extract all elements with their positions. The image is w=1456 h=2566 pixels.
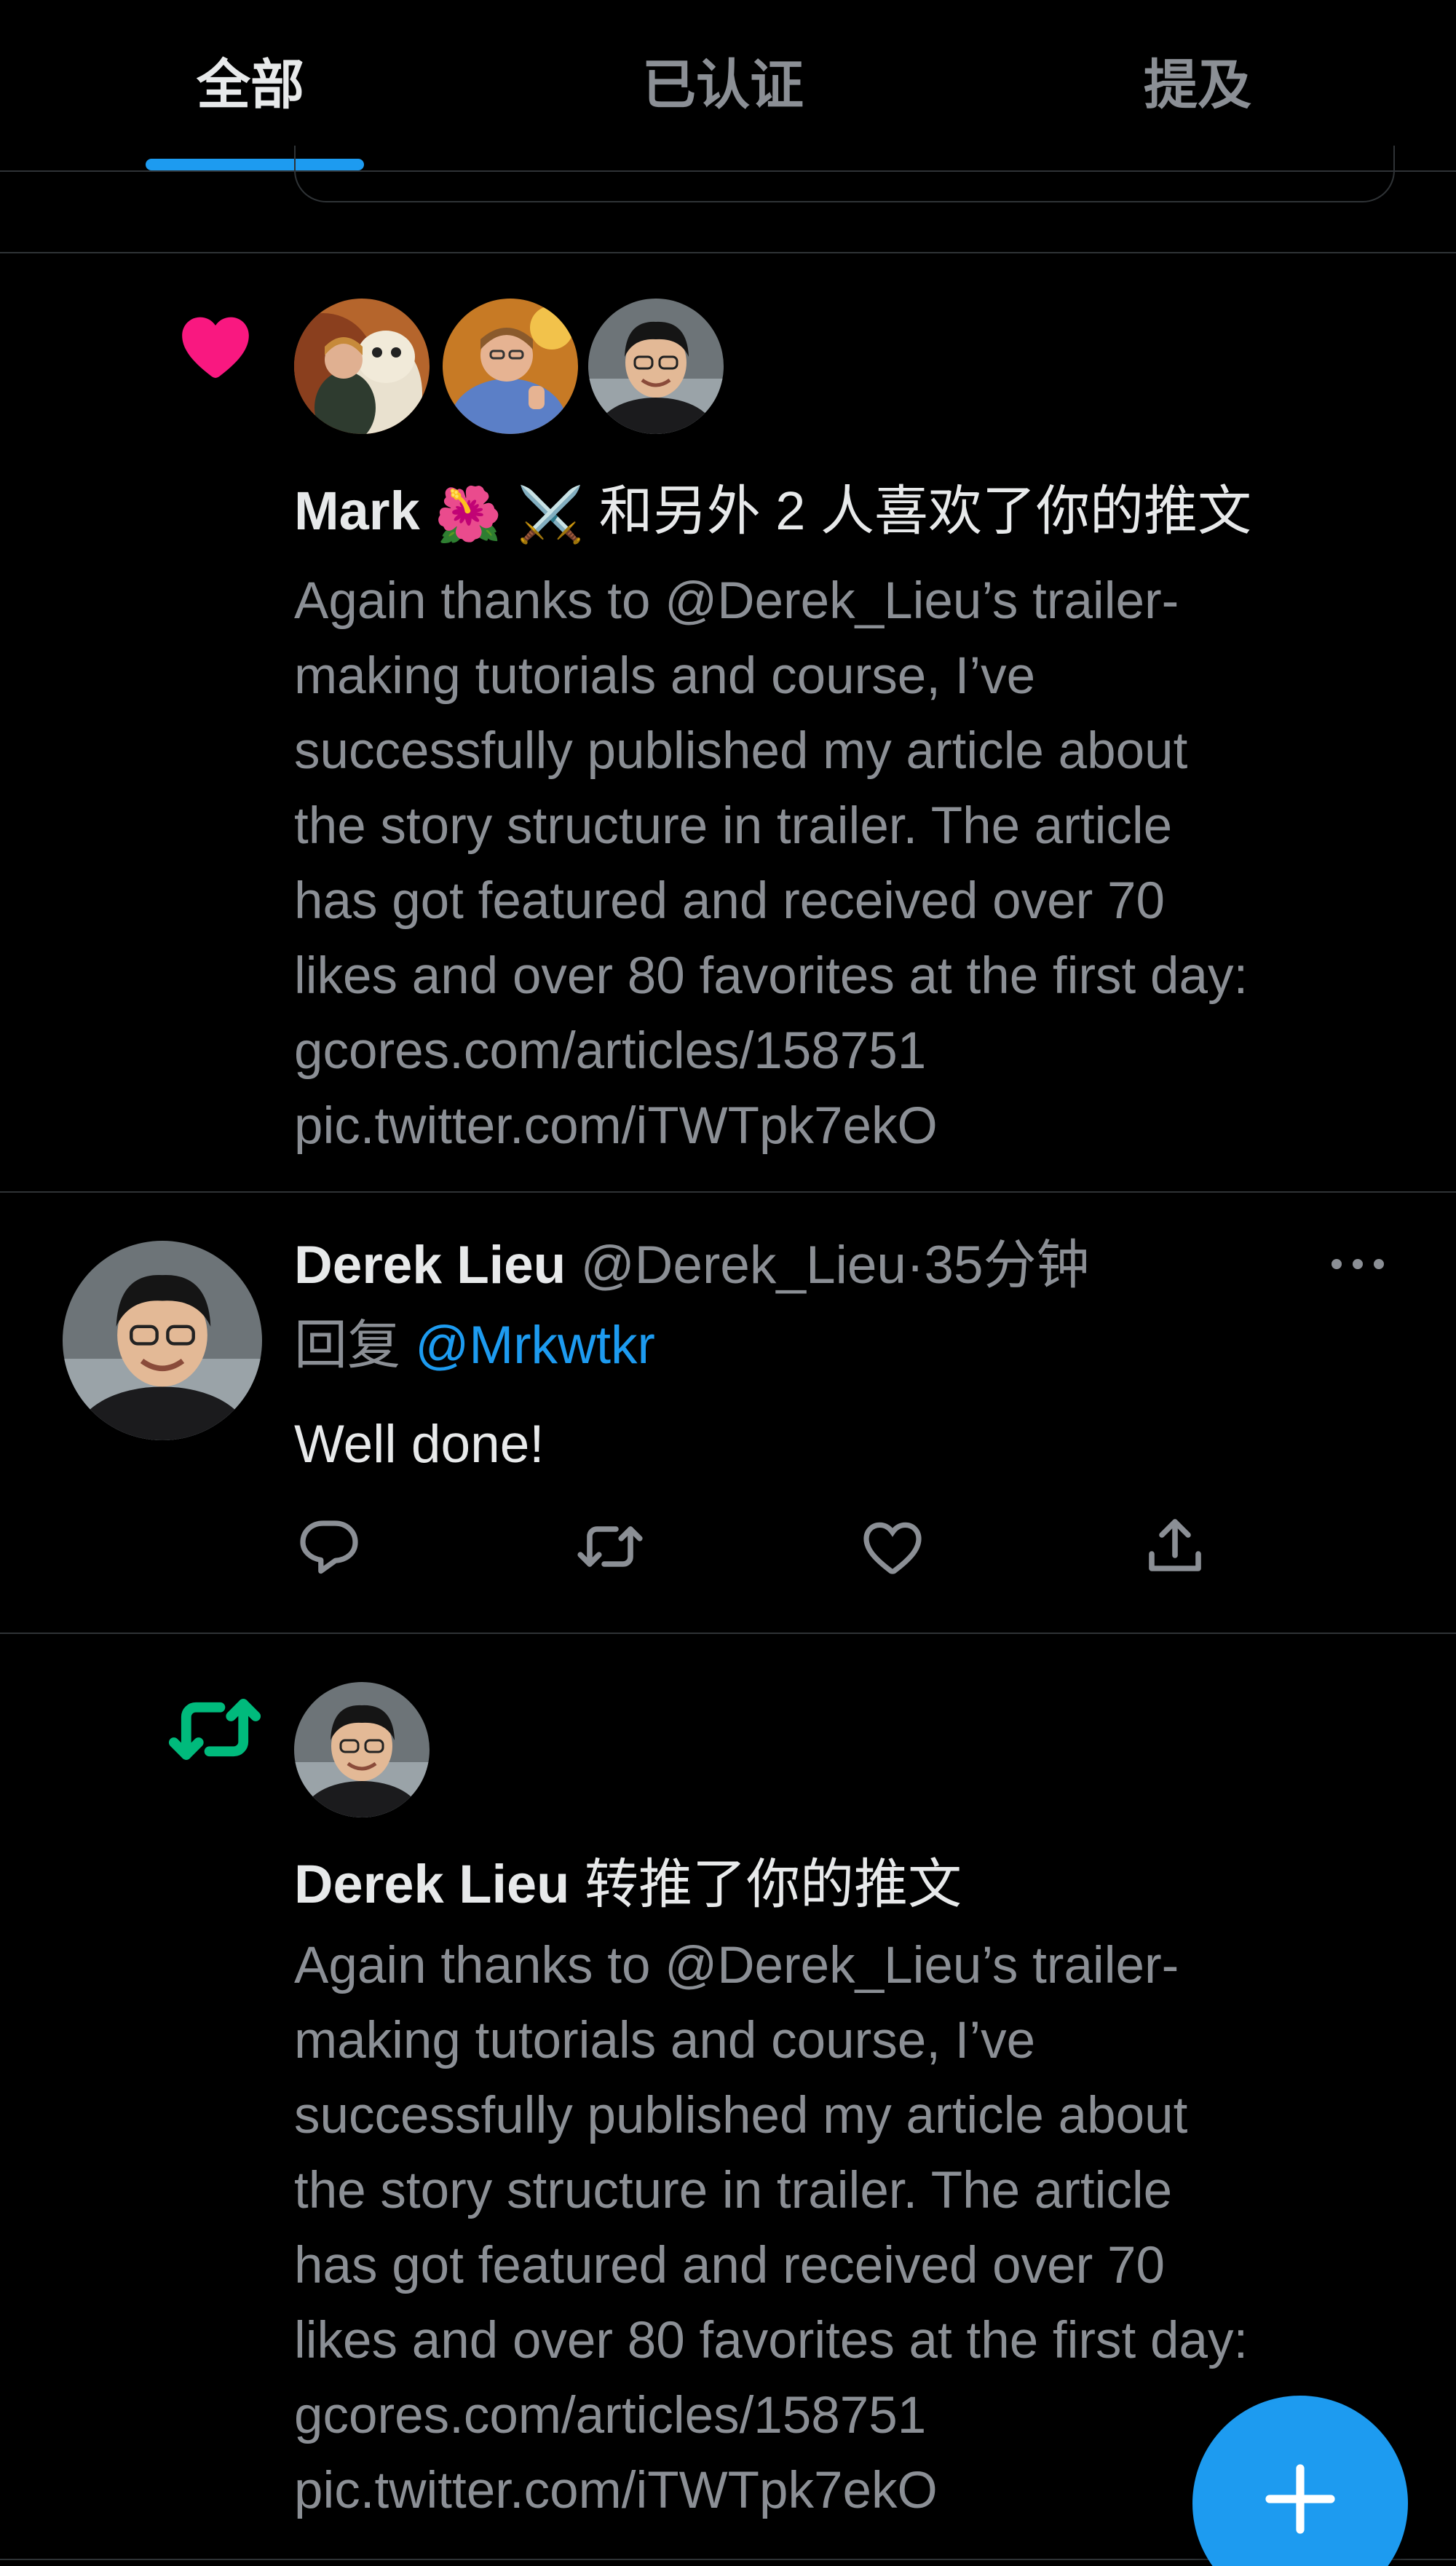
retweet-icon[interactable]: [575, 1512, 645, 1582]
tweet-line: making tutorials and course, I’ve: [294, 647, 1036, 705]
tweet-line: successfully published my article about: [294, 722, 1188, 780]
tweet-line: likes and over 80 favorites at the first…: [294, 947, 1249, 1005]
tweet-line: the story structure in trailer. The arti…: [294, 797, 1173, 855]
tweet-text: Well done!: [294, 1415, 545, 1474]
avatar-liker-3[interactable]: [588, 299, 724, 434]
liked-tweet-text[interactable]: Again thanks to @Derek_Lieu’s trailer- m…: [294, 564, 1430, 1164]
like-icon[interactable]: [858, 1512, 927, 1582]
tweet-line: has got featured and received over 70: [294, 2237, 1165, 2294]
tab-verified[interactable]: 已认证: [642, 45, 804, 125]
divider: [0, 1191, 1456, 1193]
avatar-retweeter[interactable]: [294, 1682, 430, 1817]
compose-plus-icon: [1265, 2464, 1335, 2534]
tweet-line: has got featured and received over 70: [294, 872, 1165, 930]
tweet-line[interactable]: pic.twitter.com/iTWTpk7ekO: [294, 1089, 1430, 1164]
more-options-icon[interactable]: [1325, 1241, 1390, 1287]
author-handle[interactable]: @Derek_Lieu: [581, 1236, 906, 1295]
avatar-liker-2[interactable]: [443, 299, 578, 434]
heart-icon: [182, 317, 249, 378]
like-notification-title: Mark 🌺 ⚔️ 和另外 2 人喜欢了你的推文: [294, 475, 1251, 551]
tab-mentions[interactable]: 提及: [1144, 45, 1251, 125]
actor-emojis: 🌺 ⚔️: [435, 484, 585, 545]
tab-all[interactable]: 全部: [197, 45, 304, 125]
previous-card-edge: [294, 146, 1395, 202]
author-name[interactable]: Derek Lieu: [294, 1236, 566, 1295]
notification-action: 和另外 2 人喜欢了你的推文: [598, 481, 1252, 541]
reply-prefix: 回复: [294, 1316, 400, 1375]
divider: [0, 1633, 1456, 1634]
actor-name: Mark: [294, 481, 420, 541]
tweet-line: successfully published my article about: [294, 2087, 1188, 2144]
tweet-time[interactable]: 35分钟: [924, 1236, 1089, 1295]
retweet-icon: [168, 1699, 261, 1760]
reply-to-handle[interactable]: @Mrkwtkr: [415, 1316, 655, 1375]
retweet-notification-title: Derek Lieu 转推了你的推文: [294, 1848, 962, 1921]
divider: [0, 252, 1456, 253]
tweet-line: the story structure in trailer. The arti…: [294, 2162, 1173, 2219]
tweet-line: making tutorials and course, I’ve: [294, 2012, 1036, 2069]
avatar-derek-lieu[interactable]: [63, 1241, 262, 1440]
tweet-line[interactable]: gcores.com/articles/158751: [294, 1014, 1430, 1089]
actor-name: Derek Lieu: [294, 1854, 570, 1914]
share-icon[interactable]: [1140, 1512, 1210, 1582]
reply-icon[interactable]: [294, 1512, 364, 1582]
notification-action: 转推了你的推文: [584, 1854, 962, 1914]
tweet-line: likes and over 80 favorites at the first…: [294, 2312, 1249, 2369]
avatar-liker-1[interactable]: [294, 299, 430, 434]
tweet-line: Again thanks to @Derek_Lieu’s trailer-: [294, 572, 1179, 630]
tweet-header: Derek Lieu @Derek_Lieu·35分钟: [294, 1229, 1090, 1302]
replying-to: 回复 @Mrkwtkr: [294, 1309, 655, 1382]
tweet-line: Again thanks to @Derek_Lieu’s trailer-: [294, 1937, 1179, 1994]
meta-separator: ·: [906, 1236, 925, 1295]
